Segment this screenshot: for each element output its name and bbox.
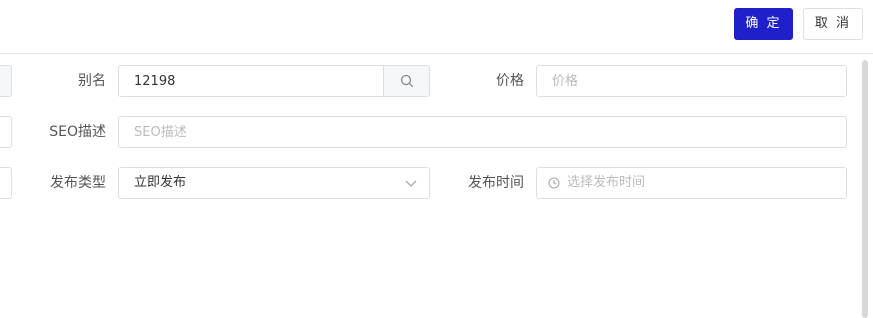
alias-search-button[interactable]: [383, 65, 430, 97]
publish-type-select[interactable]: 立即发布: [118, 167, 430, 199]
seo-input[interactable]: [119, 117, 846, 147]
price-field[interactable]: [536, 65, 847, 97]
alias-label: 别名: [78, 73, 106, 89]
left-field-row3-edge[interactable]: [0, 167, 12, 199]
seo-field[interactable]: [118, 116, 847, 148]
publish-type-label: 发布类型: [50, 175, 106, 191]
publish-time-placeholder: 选择发布时间: [567, 175, 646, 190]
price-label: 价格: [496, 73, 524, 89]
seo-label: SEO描述: [49, 124, 106, 140]
publish-type-value: 立即发布: [134, 175, 187, 190]
dialog-header: 确 定 取 消: [0, 0, 873, 54]
left-field-row1-edge[interactable]: [0, 65, 12, 97]
alias-field[interactable]: [118, 65, 384, 97]
clock-icon: [548, 177, 560, 189]
alias-input[interactable]: [119, 66, 383, 96]
chevron-down-icon: [405, 180, 417, 187]
search-icon: [400, 74, 413, 87]
left-field-row2-edge[interactable]: [0, 116, 12, 148]
publish-time-label: 发布时间: [468, 175, 524, 191]
vertical-scrollbar[interactable]: [862, 60, 868, 318]
publish-time-picker[interactable]: 选择发布时间: [536, 167, 847, 199]
price-input[interactable]: [537, 66, 846, 96]
cancel-button[interactable]: 取 消: [803, 8, 863, 40]
confirm-button[interactable]: 确 定: [734, 8, 793, 40]
